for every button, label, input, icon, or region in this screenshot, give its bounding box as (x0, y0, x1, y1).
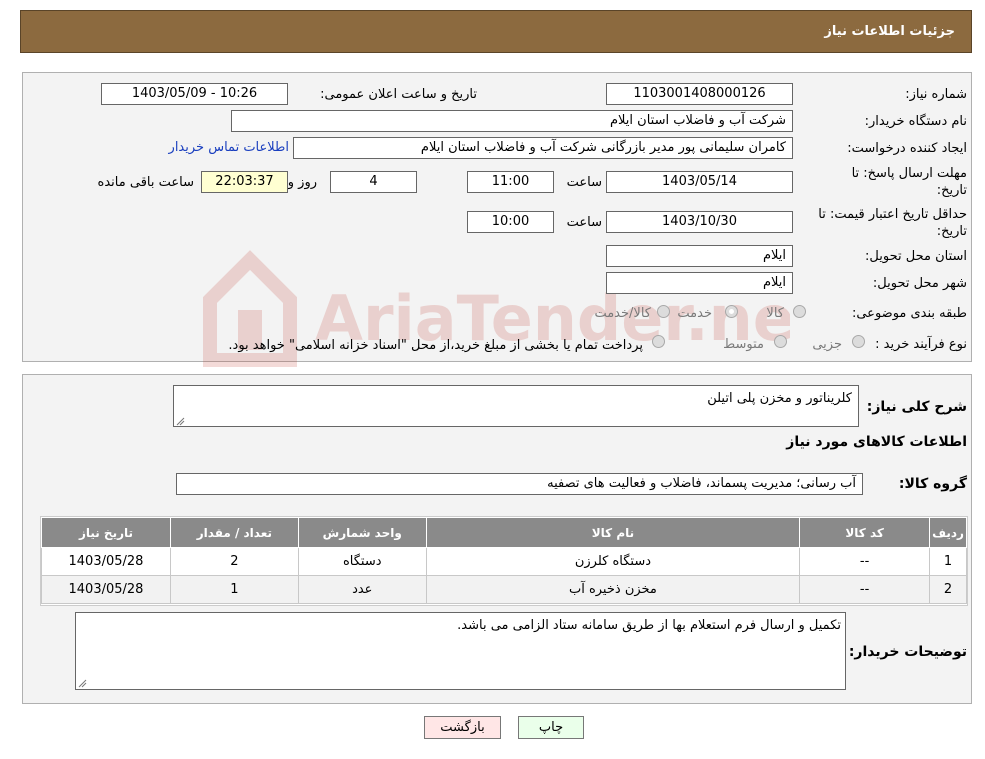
process-radio-treasury[interactable] (652, 335, 665, 348)
process-option-medium: متوسط (723, 337, 764, 352)
notes-label: توضیحات خریدار: (848, 644, 967, 660)
deadline-time-field: 11:00 (467, 171, 554, 193)
col-unit: واحد شمارش (297, 517, 427, 548)
deadline-label: مهلت ارسال پاسخ: تا (851, 166, 967, 181)
notes-field: تکمیل و ارسال فرم استعلام بها از طریق سا… (75, 612, 846, 690)
days-label: روز و (287, 175, 317, 190)
cell-date: 1403/05/28 (41, 575, 171, 604)
cell-row: 1 (929, 547, 967, 576)
summary-label: شرح کلی نیاز: (866, 399, 967, 415)
buyer-org-label: نام دستگاه خریدار: (864, 114, 967, 129)
category-option-both: کالا/خدمت (594, 306, 651, 321)
col-name: نام کالا (425, 517, 801, 548)
table-header-row: ردیف کد کالا نام کالا واحد شمارش تعداد /… (41, 517, 967, 548)
category-label: طبقه بندی موضوعی: (851, 306, 967, 321)
notes-text: تکمیل و ارسال فرم استعلام بها از طریق سا… (457, 618, 841, 633)
creator-label: ایجاد کننده درخواست: (847, 141, 967, 156)
validity-time-label: ساعت (566, 215, 602, 230)
page-header: جزئیات اطلاعات نیاز (20, 10, 972, 53)
deadline-date-field: 1403/05/14 (606, 171, 793, 193)
items-table: ردیف کد کالا نام کالا واحد شمارش تعداد /… (41, 517, 967, 604)
group-label: گروه کالا: (898, 476, 967, 492)
summary-text: کلریناتور و مخزن پلی اتیلن (707, 391, 852, 406)
announce-label: تاریخ و ساعت اعلان عمومی: (320, 87, 477, 102)
remaining-label: ساعت باقی مانده (97, 175, 194, 190)
page-title: جزئیات اطلاعات نیاز (824, 24, 955, 39)
creator-field: کامران سلیمانی پور مدیر بازرگانی شرکت آب… (293, 137, 793, 159)
category-option-goods: کالا (766, 306, 784, 321)
col-row: ردیف (929, 517, 967, 548)
items-table-wrap: ردیف کد کالا نام کالا واحد شمارش تعداد /… (40, 516, 968, 606)
cell-qty: 2 (169, 547, 299, 576)
cell-name: مخزن ذخیره آب (425, 575, 801, 604)
need-number-label: شماره نیاز: (905, 87, 967, 102)
cell-date: 1403/05/28 (41, 547, 171, 576)
process-label: نوع فرآیند خرید : (875, 337, 967, 352)
process-note: پرداخت تمام یا بخشی از مبلغ خرید،از محل … (228, 338, 643, 353)
validity-time-field: 10:00 (467, 211, 554, 233)
print-button[interactable]: چاپ (518, 716, 584, 739)
validity-date-field: 1403/10/30 (606, 211, 793, 233)
announce-field: 1403/05/09 - 10:26 (101, 83, 288, 105)
cell-unit: عدد (297, 575, 427, 604)
items-heading: اطلاعات کالاهای مورد نیاز (786, 434, 967, 450)
cell-code: -- (799, 575, 931, 604)
cell-row: 2 (929, 575, 967, 604)
process-radio-minor[interactable] (852, 335, 865, 348)
cell-name: دستگاه کلرزن (425, 547, 801, 576)
col-code: کد کالا (799, 517, 931, 548)
process-option-minor: جزیی (812, 337, 842, 352)
validity-label: حداقل تاریخ اعتبار قیمت: تا (818, 207, 967, 222)
group-field: آب رسانی؛ مدیریت پسماند، فاضلاب و فعالیت… (176, 473, 863, 495)
col-qty: تعداد / مقدار (169, 517, 299, 548)
deadline-label-date: تاریخ: (936, 183, 967, 198)
summary-field: کلریناتور و مخزن پلی اتیلن (173, 385, 859, 427)
category-radio-goods[interactable] (793, 305, 806, 318)
category-option-service: خدمت (677, 306, 712, 321)
resize-handle-icon[interactable] (78, 679, 87, 688)
city-field: ایلام (606, 272, 793, 294)
table-row: 2 -- مخزن ذخیره آب عدد 1 1403/05/28 (41, 575, 967, 604)
province-label: استان محل تحویل: (865, 249, 967, 264)
cell-code: -- (799, 547, 931, 576)
need-number-field: 1103001408000126 (606, 83, 793, 105)
resize-handle-icon[interactable] (176, 417, 185, 426)
province-field: ایلام (606, 245, 793, 267)
buyer-org-field: شرکت آب و فاضلاب استان ایلام (231, 110, 793, 132)
table-row: 1 -- دستگاه کلرزن دستگاه 2 1403/05/28 (41, 547, 967, 576)
back-button[interactable]: بازگشت (424, 716, 501, 739)
deadline-time-label: ساعت (566, 175, 602, 190)
category-radio-service[interactable] (725, 305, 738, 318)
process-radio-medium[interactable] (774, 335, 787, 348)
days-field: 4 (330, 171, 417, 193)
buyer-contact-link[interactable]: اطلاعات تماس خریدار (169, 140, 289, 155)
city-label: شهر محل تحویل: (872, 276, 967, 291)
col-date: تاریخ نیاز (41, 517, 171, 548)
category-radio-both[interactable] (657, 305, 670, 318)
validity-label-date: تاریخ: (936, 224, 967, 239)
remaining-time-field: 22:03:37 (201, 171, 288, 193)
cell-unit: دستگاه (297, 547, 427, 576)
cell-qty: 1 (169, 575, 299, 604)
